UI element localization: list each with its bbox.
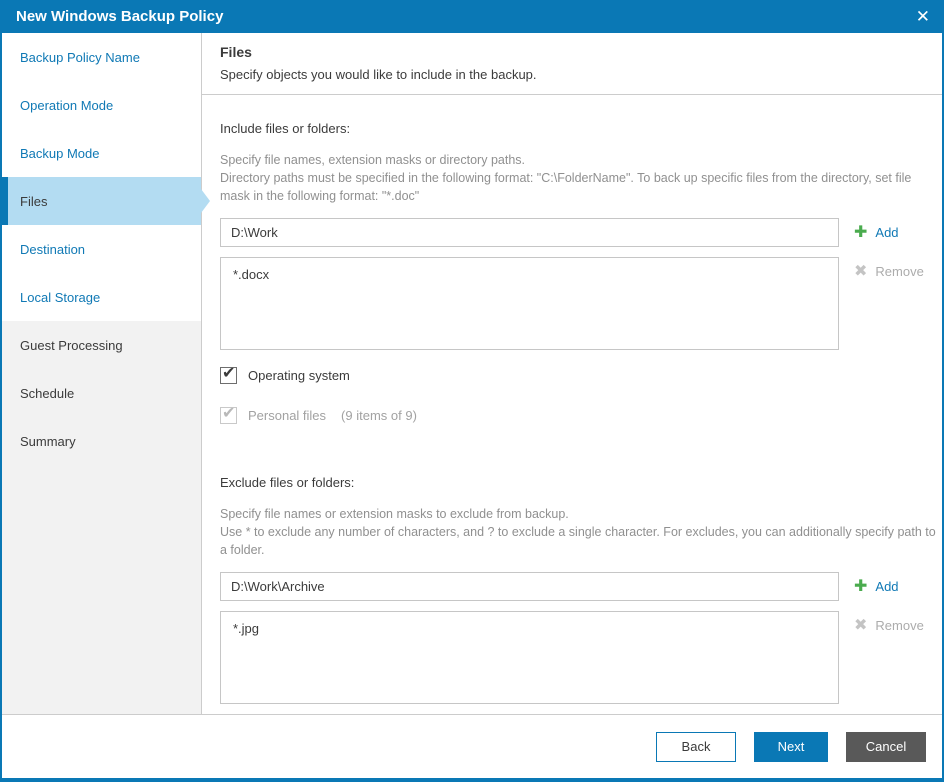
- sidebar-item-summary: Summary: [20, 433, 76, 449]
- step-content: Files Specify objects you would like to …: [202, 33, 942, 714]
- include-add-button[interactable]: ✚ Add: [854, 218, 899, 247]
- back-button[interactable]: Back: [656, 731, 736, 762]
- operating-system-checkbox[interactable]: ✔: [220, 365, 237, 384]
- include-remove-button: ✖ Remove: [854, 257, 924, 286]
- include-list-row: *.docx ✖ Remove: [220, 257, 942, 350]
- page-subtitle: Specify objects you would like to includ…: [220, 67, 537, 82]
- exclude-input-row: ✚ Add: [220, 572, 942, 601]
- close-icon[interactable]: ✕: [916, 8, 930, 25]
- list-item[interactable]: *.docx: [233, 266, 826, 283]
- plus-icon: ✚: [854, 223, 868, 241]
- sidebar-item-files[interactable]: Files: [2, 177, 201, 225]
- include-hint-line2: Directory paths must be specified in the…: [220, 171, 912, 203]
- exclude-hint: Specify file names or extension masks to…: [220, 505, 936, 559]
- sidebar-item-destination[interactable]: Destination: [2, 225, 201, 273]
- sidebar-item-backup-mode[interactable]: Backup Mode: [2, 129, 201, 177]
- remove-button-label: Remove: [875, 618, 924, 633]
- new-windows-backup-policy-dialog: New Windows Backup Policy ✕ Backup Polic…: [0, 0, 944, 782]
- exclude-add-button[interactable]: ✚ Add: [854, 572, 899, 601]
- add-button-label: Add: [875, 225, 899, 240]
- personal-files-count: (9 items of 9): [341, 408, 417, 423]
- step-header: Files Specify objects you would like to …: [202, 33, 942, 95]
- exclude-items-list[interactable]: *.jpg: [220, 611, 839, 704]
- operating-system-checkbox-row: ✔ Operating system: [220, 365, 942, 384]
- dialog-title: New Windows Backup Policy: [16, 8, 224, 25]
- exclude-hint-line1: Specify file names or extension masks to…: [220, 507, 569, 521]
- dialog-footer: Back Next Cancel: [2, 714, 942, 778]
- exclude-path-input[interactable]: [220, 572, 839, 601]
- add-button-label: Add: [875, 579, 899, 594]
- exclude-list-row: *.jpg ✖ Remove: [220, 611, 942, 704]
- personal-files-checkbox: ✔: [220, 405, 237, 424]
- personal-files-label: Personal files: [248, 408, 327, 423]
- sidebar-item-schedule: Schedule: [20, 385, 75, 401]
- title-bar: New Windows Backup Policy ✕: [2, 0, 942, 33]
- include-input-row: ✚ Add: [220, 218, 942, 247]
- include-hint-line1: Specify file names, extension masks or d…: [220, 153, 525, 167]
- x-remove-icon: ✖: [854, 262, 868, 280]
- wizard-steps-sidebar: Backup Policy Name Operation Mode Backup…: [2, 33, 202, 714]
- include-items-list[interactable]: *.docx: [220, 257, 839, 350]
- exclude-remove-button: ✖ Remove: [854, 611, 924, 640]
- sidebar-item-local-storage[interactable]: Local Storage: [2, 273, 201, 321]
- checkmark-icon: ✔: [222, 365, 236, 382]
- exclude-hint-line2: Use * to exclude any number of character…: [220, 525, 936, 557]
- dialog-body: Backup Policy Name Operation Mode Backup…: [2, 33, 942, 714]
- exclude-section-label: Exclude files or folders:: [220, 475, 355, 490]
- checkmark-icon: ✔: [222, 405, 236, 422]
- page-title: Files: [220, 44, 252, 60]
- sidebar-item-guest-processing: Guest Processing: [20, 337, 123, 353]
- operating-system-label: Operating system: [248, 368, 350, 383]
- x-remove-icon: ✖: [854, 616, 868, 634]
- remove-button-label: Remove: [875, 264, 924, 279]
- cancel-button[interactable]: Cancel: [846, 731, 926, 762]
- include-path-input[interactable]: [220, 218, 839, 247]
- sidebar-item-operation-mode[interactable]: Operation Mode: [2, 81, 201, 129]
- include-section-label: Include files or folders:: [220, 121, 351, 136]
- sidebar-item-backup-policy-name[interactable]: Backup Policy Name: [2, 33, 201, 81]
- plus-icon: ✚: [854, 577, 868, 595]
- personal-files-checkbox-row: ✔ Personal files (9 items of 9): [220, 405, 942, 424]
- next-button[interactable]: Next: [754, 731, 828, 762]
- step-form: Include files or folders: Specify file n…: [202, 95, 942, 714]
- list-item[interactable]: *.jpg: [233, 620, 826, 637]
- include-hint: Specify file names, extension masks or d…: [220, 151, 936, 205]
